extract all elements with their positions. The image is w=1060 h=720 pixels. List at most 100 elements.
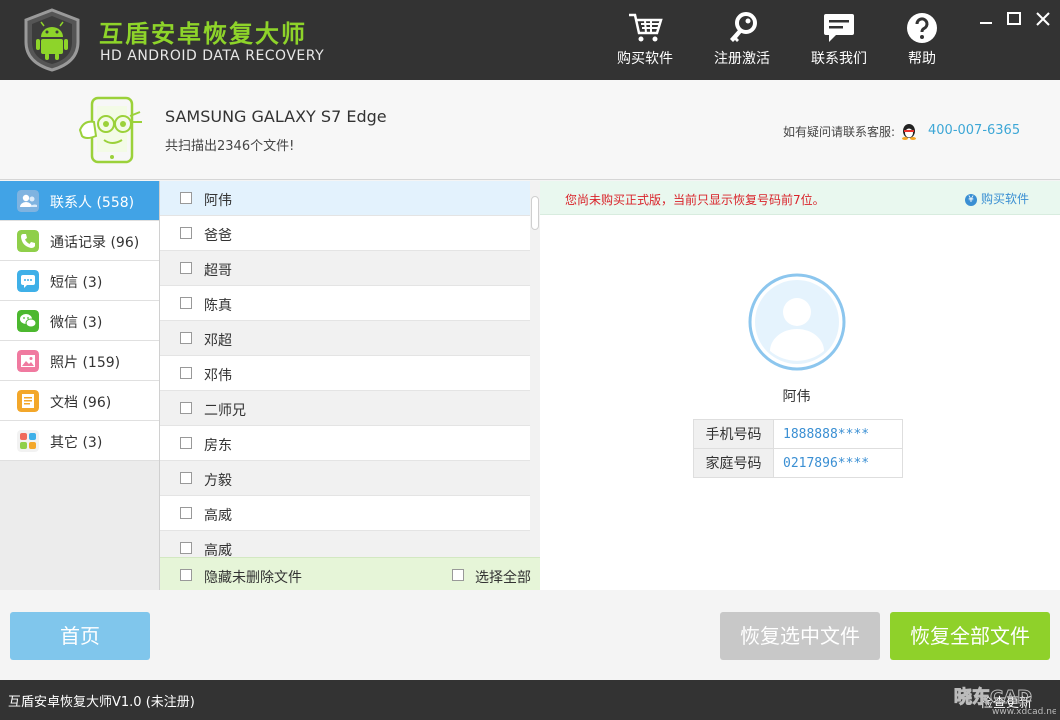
contact-name: 高威 xyxy=(204,508,232,524)
sidebar-item-sms[interactable]: 短信 (3) xyxy=(0,261,159,301)
list-item[interactable]: 高威 xyxy=(160,496,530,531)
device-info-band: SAMSUNG GALAXY S7 Edge 共扫描出2346个文件! 如有疑问… xyxy=(0,80,1060,180)
contacts-list: 阿伟 爸爸 超哥 陈真 邓超 邓伟 二师兄 房东 方毅 高威 高威 xyxy=(160,181,540,590)
field-label: 家庭号码 xyxy=(693,448,774,478)
trial-notice-text: 您尚未购买正式版，当前只显示恢复号码前7位。 xyxy=(565,193,825,207)
list-item[interactable]: 方毅 xyxy=(160,461,530,496)
sidebar-item-label: 微信 (3) xyxy=(50,315,103,331)
minimize-icon[interactable] xyxy=(975,8,997,30)
support-phone: 400-007-6365 xyxy=(928,123,1021,138)
contact-checkbox[interactable] xyxy=(180,402,192,414)
yen-icon: ¥ xyxy=(965,194,977,206)
contact-checkbox[interactable] xyxy=(180,472,192,484)
contact-checkbox[interactable] xyxy=(180,542,192,554)
close-icon[interactable] xyxy=(1032,8,1054,30)
scan-result-text: 共扫描出2346个文件! xyxy=(165,139,295,154)
contact-checkbox[interactable] xyxy=(180,332,192,344)
contact-checkbox[interactable] xyxy=(180,437,192,449)
maximize-icon[interactable] xyxy=(1003,8,1025,30)
home-button[interactable]: 首页 xyxy=(10,612,150,660)
version-status-text: 互盾安卓恢复大师V1.0 (未注册) xyxy=(8,695,195,710)
list-scrollbar-thumb[interactable] xyxy=(531,196,539,230)
call-log-icon xyxy=(17,230,39,252)
qq-penguin-icon[interactable] xyxy=(901,122,917,140)
buy-software-button[interactable]: 购买软件 xyxy=(605,12,685,72)
contact-name: 阿伟 xyxy=(204,193,232,209)
sms-icon xyxy=(17,270,39,292)
hide-undeleted-checkbox[interactable] xyxy=(180,569,192,581)
list-item[interactable]: 阿伟 xyxy=(160,181,530,216)
sidebar-item-label: 通话记录 (96) xyxy=(50,235,140,251)
sidebar-item-photos[interactable]: 照片 (159) xyxy=(0,341,159,381)
select-all-checkbox[interactable] xyxy=(452,569,464,581)
sidebar-item-label: 短信 (3) xyxy=(50,275,103,291)
contact-name: 爸爸 xyxy=(204,228,232,244)
contact-detail-panel: 您尚未购买正式版，当前只显示恢复号码前7位。 ¥ 购买软件 阿伟 手机号码 188… xyxy=(540,181,1060,590)
field-label: 手机号码 xyxy=(693,419,774,449)
list-item[interactable]: 爸爸 xyxy=(160,216,530,251)
contact-detail-name: 阿伟 xyxy=(782,389,811,405)
list-item[interactable]: 陈真 xyxy=(160,286,530,321)
list-item[interactable]: 邓伟 xyxy=(160,356,530,391)
list-footer: 隐藏未删除文件 选择全部 xyxy=(160,557,540,590)
select-all-label: 选择全部 xyxy=(475,570,531,586)
title-bar: 互盾安卓恢复大师 HD ANDROID DATA RECOVERY 购买软件 注… xyxy=(0,0,1060,80)
list-item[interactable]: 二师兄 xyxy=(160,391,530,426)
trial-notice-bar: 您尚未购买正式版，当前只显示恢复号码前7位。 ¥ 购买软件 xyxy=(540,181,1060,215)
status-bar: 互盾安卓恢复大师V1.0 (未注册) 检查更新 晓东CAD www.xdcad.… xyxy=(0,680,1060,720)
device-name: SAMSUNG GALAXY S7 Edge xyxy=(165,107,387,126)
android-shield-logo-icon xyxy=(24,8,80,72)
sidebar-item-call-log[interactable]: 通话记录 (96) xyxy=(0,221,159,261)
contact-name: 房东 xyxy=(204,438,232,454)
list-item[interactable]: 房东 xyxy=(160,426,530,461)
contact-checkbox[interactable] xyxy=(180,262,192,274)
contact-checkbox[interactable] xyxy=(180,507,192,519)
contact-checkbox[interactable] xyxy=(180,227,192,239)
contact-us-button[interactable]: 联系我们 xyxy=(799,12,879,72)
contact-avatar-icon xyxy=(748,273,846,371)
sidebar-item-label: 文档 (96) xyxy=(50,395,112,411)
chat-icon xyxy=(824,14,854,42)
photo-icon xyxy=(17,350,39,372)
action-bar: 首页 恢复选中文件 恢复全部文件 xyxy=(0,590,1060,680)
sidebar-item-label: 照片 (159) xyxy=(50,355,121,371)
svg-text:晓东CAD: 晓东CAD xyxy=(954,686,1032,708)
contact-fields-table: 手机号码 1888888**** 家庭号码 0217896**** xyxy=(693,419,903,478)
list-item[interactable]: 超哥 xyxy=(160,251,530,286)
phone-illustration-icon xyxy=(78,96,142,164)
wechat-icon xyxy=(17,310,39,332)
question-circle-icon xyxy=(907,13,937,43)
buy-software-link-label: 购买软件 xyxy=(981,192,1030,206)
field-value: 1888888**** xyxy=(773,419,903,449)
recover-selected-button[interactable]: 恢复选中文件 xyxy=(720,612,880,660)
sidebar-item-other[interactable]: 其它 (3) xyxy=(0,421,159,461)
hide-undeleted-label: 隐藏未删除文件 xyxy=(204,570,302,586)
buy-software-link[interactable]: ¥ 购买软件 xyxy=(965,190,1029,207)
sidebar-item-label: 其它 (3) xyxy=(50,435,103,451)
app-title: 互盾安卓恢复大师 xyxy=(99,20,307,48)
sidebar-item-contacts[interactable]: 联系人 (558) xyxy=(0,181,159,221)
app-subtitle: HD ANDROID DATA RECOVERY xyxy=(100,48,325,64)
watermark-logo-icon: 晓东CAD www.xdcad.net xyxy=(954,686,1057,718)
sidebar-item-documents[interactable]: 文档 (96) xyxy=(0,381,159,421)
contact-name: 超哥 xyxy=(204,263,232,279)
sidebar-item-wechat[interactable]: 微信 (3) xyxy=(0,301,159,341)
contact-checkbox[interactable] xyxy=(180,297,192,309)
contact-checkbox[interactable] xyxy=(180,192,192,204)
help-label: 帮助 xyxy=(908,51,936,67)
contact-checkbox[interactable] xyxy=(180,367,192,379)
help-button[interactable]: 帮助 xyxy=(882,12,962,72)
recover-all-button[interactable]: 恢复全部文件 xyxy=(890,612,1050,660)
contact-name: 陈真 xyxy=(204,298,232,314)
contact-name: 方毅 xyxy=(204,473,232,489)
register-activate-button[interactable]: 注册激活 xyxy=(702,12,782,72)
buy-software-label: 购买软件 xyxy=(617,51,673,67)
sidebar-item-label: 联系人 (558) xyxy=(50,195,135,211)
key-icon xyxy=(730,12,757,42)
contact-name: 邓伟 xyxy=(204,368,232,384)
shopping-cart-icon xyxy=(629,13,663,42)
list-item[interactable]: 邓超 xyxy=(160,321,530,356)
other-apps-icon xyxy=(17,430,39,452)
contact-name: 邓超 xyxy=(204,333,232,349)
list-scrollbar-track[interactable] xyxy=(530,181,540,557)
